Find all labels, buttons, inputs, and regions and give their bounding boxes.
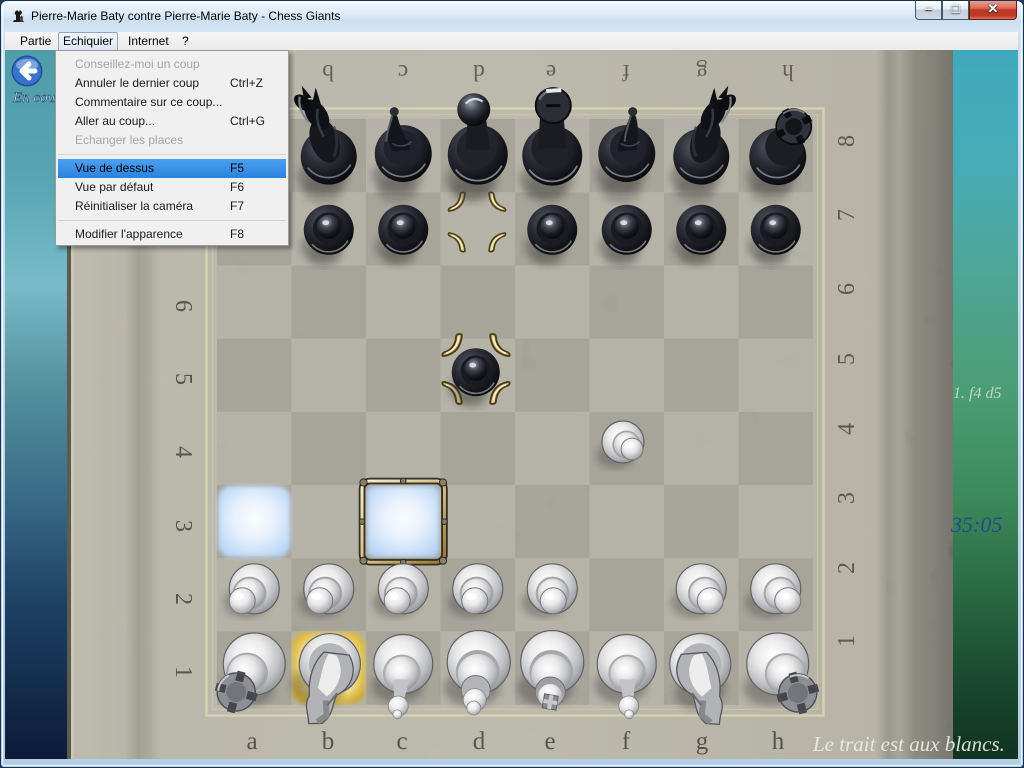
- svg-text:3: 3: [170, 520, 196, 532]
- svg-text:f: f: [622, 728, 631, 755]
- svg-text:2: 2: [170, 593, 196, 605]
- svg-text:b: b: [322, 728, 335, 755]
- svg-text:f: f: [622, 60, 630, 85]
- svg-text:6: 6: [170, 300, 196, 312]
- svg-text:3: 3: [834, 492, 860, 504]
- svg-text:c: c: [398, 60, 408, 85]
- svg-text:c: c: [396, 728, 407, 755]
- svg-text:Le trait est aux blancs.: Le trait est aux blancs.: [812, 732, 1005, 756]
- svg-text:1: 1: [170, 666, 196, 678]
- svg-text:d: d: [473, 728, 486, 755]
- svg-text:1: 1: [834, 635, 860, 647]
- svg-text:5: 5: [834, 353, 860, 365]
- svg-text:e: e: [546, 60, 556, 85]
- svg-text:2: 2: [834, 562, 860, 574]
- svg-text:e: e: [544, 728, 555, 755]
- svg-text:8: 8: [834, 135, 860, 147]
- svg-text:7: 7: [834, 209, 860, 221]
- svg-text:35:05: 35:05: [950, 512, 1002, 537]
- svg-text:4: 4: [834, 423, 860, 435]
- svg-text:a: a: [246, 728, 257, 755]
- svg-text:g: g: [696, 728, 709, 755]
- svg-text:h: h: [772, 728, 785, 755]
- svg-text:6: 6: [834, 283, 860, 295]
- svg-text:h: h: [782, 60, 794, 85]
- svg-text:b: b: [322, 60, 334, 85]
- svg-text:g: g: [696, 60, 708, 85]
- svg-text:d: d: [473, 60, 485, 85]
- svg-text:1. f4 d5: 1. f4 d5: [953, 385, 1001, 402]
- svg-text:4: 4: [170, 446, 196, 458]
- svg-text:5: 5: [170, 373, 196, 385]
